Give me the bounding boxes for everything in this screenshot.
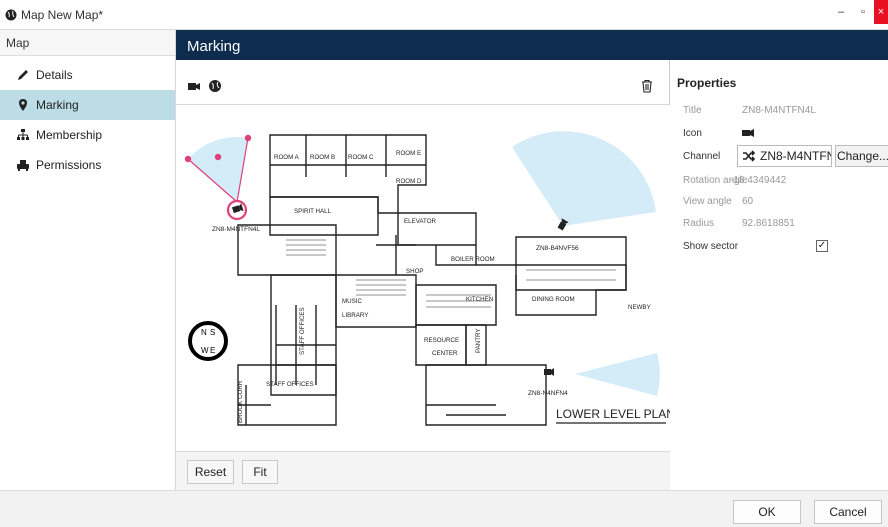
room-label: MUSIC: [342, 298, 362, 305]
shuffle-icon: [743, 150, 756, 162]
show-sector-checkbox[interactable]: ✓: [816, 240, 828, 252]
sidebar-item-label: Permissions: [36, 158, 102, 172]
room-label: BROOK CORR: [237, 380, 244, 423]
reset-button[interactable]: Reset: [187, 460, 234, 484]
view-angle-handle[interactable]: [184, 155, 192, 163]
property-show-sector: Show sector ✓: [671, 234, 888, 258]
dialog-footer: OK Cancel: [0, 490, 888, 527]
camera-label: ZN8-M4NTFN4L: [212, 226, 260, 233]
map-pin-icon: [19, 99, 27, 111]
cancel-button[interactable]: Cancel: [814, 500, 882, 524]
property-label: Title: [683, 104, 702, 116]
plan-title: LOWER LEVEL PLAN: [556, 407, 670, 421]
compass-rose: N S W E: [188, 321, 228, 361]
camera-icon[interactable]: [742, 128, 755, 138]
property-value[interactable]: 60: [728, 196, 753, 207]
camera-label: ZN8-N4NFN4: [528, 390, 568, 397]
compass-west: W: [201, 346, 209, 355]
property-view-angle: View angle 60: [671, 189, 888, 213]
compass-east: E: [210, 346, 215, 355]
floor-plan-svg: N S W E ROOM A ROOM B ROOM C ROOM E ROOM…: [184, 131, 670, 426]
membership-icon: [17, 129, 29, 140]
property-label: View angle: [683, 195, 732, 207]
room-label: ROOM C: [348, 154, 374, 161]
camera-3-view-sector[interactable]: [575, 353, 660, 396]
page-title: Marking: [187, 38, 241, 55]
room-label: ROOM B: [310, 154, 335, 161]
room-label: ELEVATOR: [404, 218, 437, 225]
camera-2-view-sector[interactable]: [512, 131, 656, 226]
page-header: Marking: [176, 30, 888, 60]
room-label: ROOM E: [396, 150, 421, 157]
room-label: SHOP: [406, 268, 424, 275]
permissions-icon: [17, 160, 29, 171]
sidebar: Map Details Marking Membership Permissio…: [0, 30, 176, 490]
channel-value: ZN8-M4NTFN4: [760, 149, 831, 163]
window-titlebar: Map New Map* – ▫ ×: [0, 0, 888, 30]
map-panel: N S W E ROOM A ROOM B ROOM C ROOM E ROOM…: [176, 60, 670, 490]
room-label: STAFF OFFICES: [299, 307, 306, 355]
camera-icon[interactable]: [187, 79, 201, 93]
ok-button[interactable]: OK: [733, 500, 801, 524]
property-value: ZN8-M4NTFN4L: [742, 104, 816, 116]
sidebar-item-label: Marking: [36, 98, 79, 112]
property-icon: Icon: [671, 121, 888, 145]
property-label: Icon: [683, 127, 702, 139]
pencil-icon: [18, 70, 28, 80]
properties-heading: Properties: [677, 76, 737, 90]
room-label: SPIRIT HALL: [294, 208, 332, 215]
rotation-handle[interactable]: [214, 153, 222, 161]
sidebar-item-details[interactable]: Details: [0, 60, 175, 90]
room-label: PANTRY: [475, 328, 482, 353]
property-label: Rotation angle: [683, 174, 748, 186]
sidebar-item-label: Membership: [36, 128, 103, 142]
map-toolbar: [176, 60, 669, 105]
sidebar-item-marking[interactable]: Marking: [0, 90, 175, 120]
property-value[interactable]: -18.4349442: [728, 175, 786, 186]
map-actions: Reset Fit: [176, 451, 670, 490]
sidebar-item-label: Details: [36, 68, 73, 82]
minimize-button[interactable]: –: [830, 0, 852, 24]
room-label: NEWBY: [628, 304, 651, 311]
room-label: CENTER: [432, 350, 458, 357]
room-label: BOILER ROOM: [451, 256, 495, 263]
compass-north: N: [201, 328, 207, 337]
globe-icon[interactable]: [208, 79, 222, 93]
sidebar-item-membership[interactable]: Membership: [0, 120, 175, 150]
globe-icon: [5, 9, 17, 20]
property-label: Show sector: [683, 240, 739, 252]
compass-south: S: [210, 328, 215, 337]
room-label: RESOURCE: [424, 337, 459, 344]
trash-icon[interactable]: [640, 79, 654, 93]
property-label: Radius: [683, 217, 715, 229]
fit-button[interactable]: Fit: [242, 460, 278, 484]
property-value[interactable]: 92.8618851: [728, 218, 795, 229]
room-label: STAFF OFFICES: [266, 381, 314, 388]
sidebar-section-label: Map: [0, 30, 175, 56]
room-label: LIBRARY: [342, 312, 368, 319]
floor-plan-map[interactable]: N S W E ROOM A ROOM B ROOM C ROOM E ROOM…: [176, 105, 670, 451]
close-button[interactable]: ×: [874, 0, 888, 24]
view-angle-handle[interactable]: [244, 134, 252, 142]
window-title: Map New Map*: [21, 7, 104, 22]
property-label: Channel: [683, 150, 721, 162]
room-label: DINING ROOM: [532, 296, 575, 303]
channel-field[interactable]: ZN8-M4NTFN4: [737, 145, 832, 167]
property-channel: Channel ZN8-M4NTFN4 Change...: [671, 143, 888, 169]
room-label: ROOM D: [396, 178, 422, 185]
room-label: ROOM A: [274, 154, 300, 161]
window-controls: – ▫ ×: [830, 0, 888, 24]
sidebar-item-permissions[interactable]: Permissions: [0, 150, 175, 180]
change-channel-button[interactable]: Change...: [835, 145, 888, 167]
maximize-button[interactable]: ▫: [852, 0, 874, 24]
room-label: KITCHEN: [466, 296, 493, 303]
camera-label: ZN8-B4NVF56: [536, 245, 579, 252]
properties-panel: Properties Title ZN8-M4NTFN4L Icon Chann…: [671, 60, 888, 490]
property-radius: Radius 92.8618851: [671, 211, 888, 235]
camera-marker[interactable]: [544, 368, 554, 376]
property-title: Title ZN8-M4NTFN4L: [671, 98, 888, 122]
